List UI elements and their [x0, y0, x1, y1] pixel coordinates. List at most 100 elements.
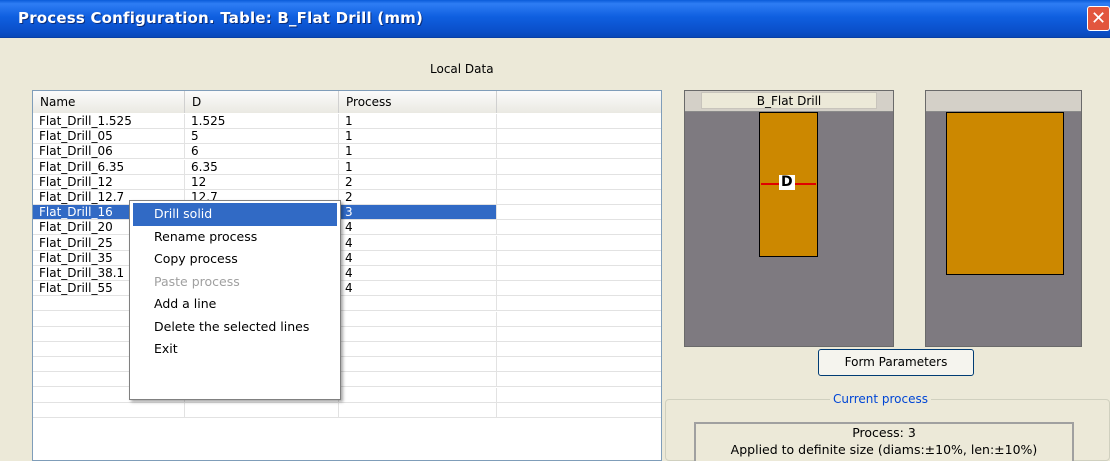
- table-row[interactable]: Flat_Drill_12.7 12.7 2: [33, 190, 661, 205]
- menu-item-exit[interactable]: Exit: [130, 338, 340, 361]
- tool-solid-shape: [946, 112, 1064, 275]
- cell-d: 6.35: [185, 159, 339, 175]
- cell-name: Flat_Drill_6.35: [33, 159, 185, 175]
- cell-empty: [497, 175, 661, 190]
- cell-empty: [497, 357, 661, 373]
- empty-row: [33, 387, 661, 403]
- cell-empty: [339, 296, 497, 312]
- process-number: Process: 3: [852, 425, 916, 440]
- empty-row: [33, 402, 661, 418]
- table-row[interactable]: Flat_Drill_6.35 6.35 1: [33, 159, 661, 175]
- cell-name: Flat_Drill_12: [33, 174, 185, 190]
- cell-process: 4: [339, 266, 497, 281]
- close-button[interactable]: ✕: [1087, 6, 1110, 31]
- cell-empty: [339, 372, 497, 388]
- close-icon: ✕: [1090, 8, 1107, 29]
- cell-empty: [339, 402, 497, 418]
- cell-empty: [339, 357, 497, 373]
- process-table[interactable]: Name D Process Flat_Drill_1.525 1.525 1 Fla…: [32, 90, 662, 461]
- cell-empty: [185, 402, 339, 418]
- empty-row: [33, 326, 661, 342]
- cell-empty: [497, 372, 661, 388]
- cell-empty: [339, 342, 497, 357]
- cell-empty: [497, 388, 661, 403]
- table-row[interactable]: Flat_Drill_25 4: [33, 235, 661, 251]
- table-row[interactable]: Flat_Drill_16163: [33, 205, 661, 221]
- menu-item-drill-solid[interactable]: Drill solid: [133, 203, 337, 226]
- cell-empty: [497, 190, 661, 205]
- cell-empty: [497, 144, 661, 160]
- cell-empty: [339, 326, 497, 342]
- cell-empty: [497, 342, 661, 357]
- empty-row: [33, 357, 661, 373]
- cell-empty: [497, 129, 661, 145]
- context-menu: Drill solid Rename process Copy process Pas…: [129, 200, 341, 400]
- cell-process: 4: [339, 250, 497, 266]
- process-description: Applied to definite size (diams:±10%, le…: [730, 442, 1038, 457]
- cell-empty: [497, 296, 661, 312]
- cell-empty: [497, 312, 661, 327]
- column-header-d[interactable]: D: [185, 91, 339, 113]
- cell-process: 4: [339, 220, 497, 236]
- cell-empty: [497, 160, 661, 175]
- table-row[interactable]: Flat_Drill_05 5 1: [33, 129, 661, 145]
- cell-name: Flat_Drill_1.525: [33, 114, 185, 129]
- cell-process: 4: [339, 281, 497, 297]
- cell-empty: [497, 251, 661, 266]
- cell-d: 6: [185, 144, 339, 160]
- local-data-label: Local Data: [430, 62, 494, 76]
- preview-header-right: [926, 91, 1081, 112]
- preview-title: B_Flat Drill: [701, 92, 877, 109]
- cell-empty: [497, 327, 661, 342]
- preview-header: B_Flat Drill: [685, 91, 893, 112]
- cell-name: Flat_Drill_06: [33, 144, 185, 160]
- cell-empty: [339, 311, 497, 327]
- current-process-info: Process: 3 Applied to definite size (dia…: [694, 422, 1074, 461]
- cell-empty: [33, 402, 185, 418]
- cell-empty: [497, 205, 661, 221]
- cell-empty: [497, 266, 661, 281]
- cell-process: 2: [339, 174, 497, 190]
- menu-item-rename-process[interactable]: Rename process: [130, 226, 340, 249]
- empty-row: [33, 342, 661, 357]
- cell-d: 1.525: [185, 114, 339, 129]
- cell-empty: [497, 403, 661, 418]
- menu-item-add-a-line[interactable]: Add a line: [130, 293, 340, 316]
- table-row[interactable]: Flat_Drill_55 4: [33, 281, 661, 297]
- cell-process: 4: [339, 235, 497, 251]
- cell-empty: [339, 387, 497, 403]
- empty-row: [33, 296, 661, 312]
- cell-process: 1: [339, 159, 497, 175]
- form-parameters-button[interactable]: Form Parameters: [818, 349, 974, 376]
- empty-row: [33, 372, 661, 388]
- cell-process: 3: [339, 205, 497, 221]
- table-row[interactable]: Flat_Drill_38.1 4: [33, 266, 661, 281]
- column-header-empty: [497, 91, 661, 113]
- cell-process: 1: [339, 114, 497, 129]
- table-row[interactable]: Flat_Drill_12 12 2: [33, 174, 661, 190]
- cell-empty: [497, 281, 661, 297]
- title-bar: Process Configuration. Table: B_Flat Dri…: [0, 0, 1110, 38]
- cell-d: 12: [185, 174, 339, 190]
- cell-name: Flat_Drill_05: [33, 129, 185, 145]
- current-process-group: Current process Process: 3 Applied to de…: [665, 392, 1110, 461]
- table-header: Name D Process: [33, 91, 661, 113]
- cell-d: 5: [185, 129, 339, 145]
- menu-item-delete-the-selected-lines[interactable]: Delete the selected lines: [130, 316, 340, 339]
- table-row[interactable]: Flat_Drill_35 4: [33, 250, 661, 266]
- cell-process: 1: [339, 144, 497, 160]
- table-row[interactable]: Flat_Drill_20 4: [33, 220, 661, 236]
- menu-item-paste-process: Paste process: [154, 273, 240, 289]
- menu-item-copy-process[interactable]: Copy process: [130, 248, 340, 271]
- tool-preview-right: [925, 90, 1082, 347]
- tool-preview-left: B_Flat Drill D: [684, 90, 894, 347]
- column-header-name[interactable]: Name: [33, 91, 185, 113]
- cell-empty: [497, 236, 661, 251]
- table-row[interactable]: Flat_Drill_06 6 1: [33, 144, 661, 160]
- empty-row: [33, 311, 661, 327]
- column-header-process[interactable]: Process: [339, 91, 497, 113]
- dimension-label: D: [779, 174, 795, 190]
- cell-process: 1: [339, 129, 497, 145]
- cell-empty: [497, 220, 661, 236]
- table-row[interactable]: Flat_Drill_1.525 1.525 1: [33, 114, 661, 129]
